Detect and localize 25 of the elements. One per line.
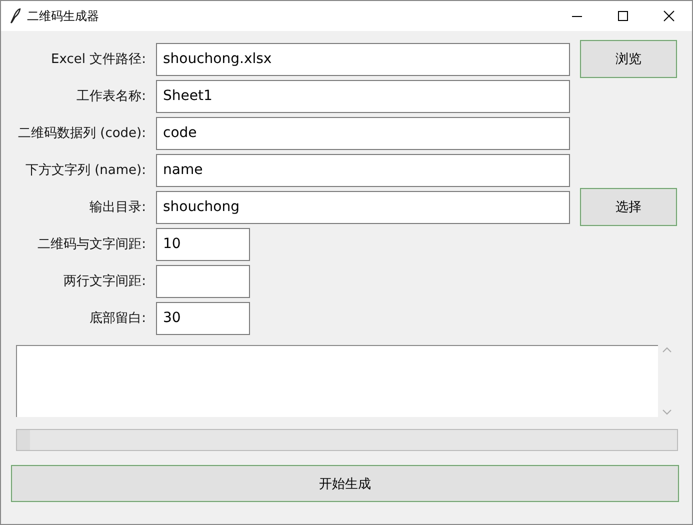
browse-button[interactable]: 选择 <box>580 188 677 226</box>
field-label: 下方文字列 (name): <box>24 162 146 179</box>
field-label: 底部留白: <box>88 310 146 327</box>
browse-button[interactable]: 浏览 <box>580 40 677 78</box>
field-label: 二维码与文字间距: <box>36 236 146 253</box>
start-button[interactable]: 开始生成 <box>11 465 679 502</box>
close-icon <box>663 10 675 22</box>
scroll-down-icon[interactable] <box>662 409 672 415</box>
input-field[interactable]: 10 <box>156 228 250 260</box>
field-label: Excel 文件路径: <box>50 51 146 68</box>
maximize-icon <box>617 10 629 22</box>
input-field[interactable]: code <box>156 116 570 150</box>
feather-icon <box>9 8 21 24</box>
input-field[interactable]: Sheet1 <box>156 80 570 112</box>
window-title: 二维码生成器 <box>27 8 100 24</box>
field-label: 二维码数据列 (code): <box>16 125 146 142</box>
field-label: 两行文字间距: <box>62 273 146 290</box>
input-field[interactable]: name <box>156 154 570 186</box>
field-label: 工作表名称: <box>76 88 146 105</box>
field-label: 输出目录: <box>88 199 146 216</box>
input-field[interactable]: shouchong <box>156 190 570 224</box>
scroll-up-icon[interactable] <box>662 347 672 353</box>
input-field[interactable]: 30 <box>156 302 250 334</box>
input-field[interactable]: shouchong.xlsx <box>156 42 570 76</box>
input-field[interactable] <box>156 264 250 298</box>
